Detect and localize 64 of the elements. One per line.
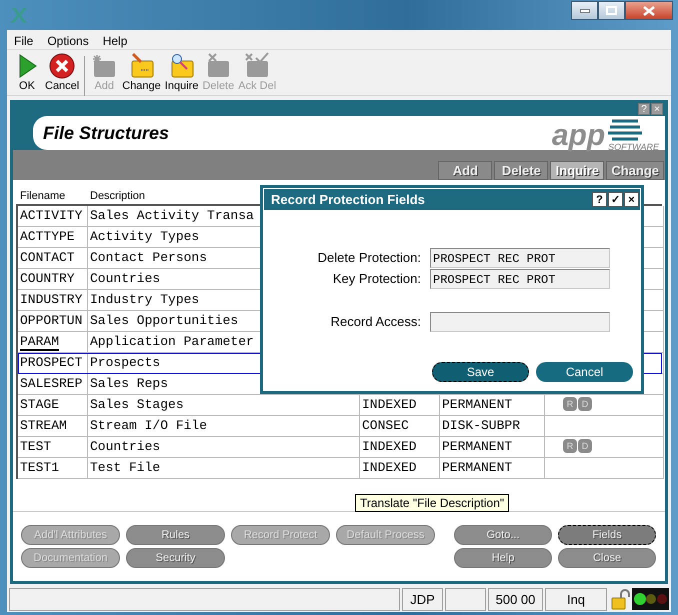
status-field (445, 588, 486, 611)
minimize-button[interactable] (571, 1, 598, 20)
maximize-icon (606, 6, 617, 15)
action-button[interactable]: Fields (558, 525, 656, 545)
table-cell: Countries (88, 437, 360, 458)
menu-item[interactable]: File (7, 34, 40, 48)
table-cell[interactable]: SALESREP (18, 374, 88, 395)
table-cell: PERMANENT (440, 395, 545, 416)
padlock-icon (609, 588, 631, 610)
table-cell[interactable]: STREAM (18, 416, 88, 437)
table-cell[interactable]: INDUSTRY (18, 290, 88, 311)
toolbar-button[interactable]: Inquire (162, 52, 200, 92)
status-field: JDP (402, 588, 443, 611)
table-cell: Stream I/O File (88, 416, 360, 437)
dialog-title: Record Protection Fields (271, 192, 425, 207)
folder-check-icon (243, 52, 272, 80)
logo-stripes-icon (608, 117, 642, 141)
table-cell: INDEXED (360, 395, 440, 416)
status-lights-icon (632, 588, 669, 610)
column-header: Filename (19, 190, 66, 202)
table-cell: DISK-SUBPR (440, 416, 545, 437)
toolbar-button[interactable]: Change (120, 52, 163, 92)
table-cell: PERMANENT (440, 458, 545, 479)
logo-tagline: SOFTWARE (608, 142, 659, 153)
table-cell[interactable]: CONTACT (18, 248, 88, 269)
app-logo-icon (9, 6, 29, 24)
dialog-button[interactable]: Save (432, 362, 529, 382)
toolbar-button[interactable]: Cancel (43, 52, 82, 92)
table-cell[interactable]: STAGE (18, 395, 88, 416)
table-cell: PERMANENT (440, 437, 545, 458)
tooltip: Translate "File Description" (355, 494, 510, 512)
close-icon (643, 6, 655, 16)
input-field[interactable]: PROSPECT REC PROT (430, 269, 610, 289)
table-cell[interactable]: TEST (18, 437, 88, 458)
dialog-title-button[interactable]: ? (592, 192, 607, 207)
table-cell[interactable]: COUNTRY (18, 269, 88, 290)
maximize-button[interactable] (598, 1, 625, 20)
panel-title: File Structures (43, 122, 170, 144)
column-header: Description (89, 190, 146, 202)
table-cell: INDEXED (360, 437, 440, 458)
menu-item[interactable]: Help (96, 34, 134, 48)
dialog-title-button[interactable]: × (624, 192, 639, 207)
close-button[interactable] (625, 1, 673, 20)
input-field[interactable] (430, 312, 610, 332)
table-cell[interactable]: PROSPECT (18, 353, 88, 374)
table-cell[interactable]: ACTIVITY (18, 206, 88, 227)
status-field: 500 00 (488, 588, 543, 611)
cancel-icon (48, 52, 76, 80)
input-field[interactable]: PROSPECT REC PROT (430, 248, 610, 268)
table-cell[interactable]: PARAM (18, 332, 88, 353)
toolbar-button[interactable]: OK (11, 52, 43, 92)
table-cell: Test File (88, 458, 360, 479)
dialog-button[interactable]: Cancel (536, 362, 633, 382)
dialog-title-button[interactable]: ✓ (608, 192, 623, 207)
status-field: Inq (545, 588, 607, 611)
minimize-icon (580, 8, 590, 12)
table-cell[interactable]: ACTTYPE (18, 227, 88, 248)
table-cell: INDEXED (360, 458, 440, 479)
table-cell: CONSEC (360, 416, 440, 437)
logo-text: app (552, 118, 606, 153)
table-cell[interactable]: TEST1 (18, 458, 88, 479)
menu-item[interactable]: Options (40, 34, 96, 48)
table-cell[interactable]: OPPORTUN (18, 311, 88, 332)
table-cell: Sales Stages (88, 395, 360, 416)
